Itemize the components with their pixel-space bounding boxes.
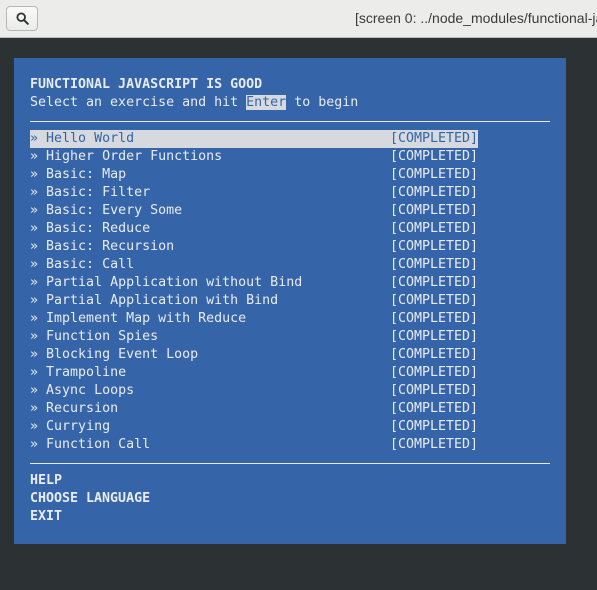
exercise-status: [COMPLETED] [389, 365, 478, 380]
exercise-bullet: » [30, 275, 39, 290]
exercise-bullet: » [30, 221, 39, 236]
exercise-status: [COMPLETED] [389, 293, 478, 308]
exercise-bullet: » [30, 437, 39, 452]
exercise-item[interactable]: » Async Loops [COMPLETED] [30, 382, 478, 400]
exercise-bullet: » [30, 365, 39, 380]
subtitle-before: Select an exercise and hit [30, 95, 247, 110]
exercise-bullet: » [30, 185, 39, 200]
exercise-label: Function Spies [46, 329, 159, 344]
exercise-label: Basic: Filter [46, 185, 151, 200]
choose-language-menu-item[interactable]: CHOOSE LANGUAGE [30, 490, 150, 508]
exercise-bullet: » [30, 149, 39, 164]
exercise-status: [COMPLETED] [389, 185, 478, 200]
exercise-label: Trampoline [46, 365, 127, 380]
exercise-bullet: » [30, 419, 39, 434]
exercise-bullet: » [30, 311, 39, 326]
exercise-label: Basic: Map [46, 167, 127, 182]
exercise-bullet: » [30, 131, 39, 146]
exercise-item[interactable]: » Implement Map with Reduce [COMPLETED] [30, 310, 478, 328]
exercise-label: Basic: Recursion [46, 239, 175, 254]
exercise-item[interactable]: » Currying [COMPLETED] [30, 418, 478, 436]
enter-key-highlight: Enter [246, 95, 287, 110]
subtitle-after: to begin [286, 95, 359, 110]
exercise-bullet: » [30, 203, 39, 218]
exercise-status: [COMPLETED] [389, 419, 478, 434]
exercise-bullet: » [30, 383, 39, 398]
exercise-status: [COMPLETED] [389, 437, 478, 452]
exercise-bullet: » [30, 401, 39, 416]
exercise-status: [COMPLETED] [389, 149, 478, 164]
exercise-label: Function Call [46, 437, 151, 452]
exercise-item[interactable]: » Partial Application without Bind [COMPL… [30, 274, 478, 292]
window-title: [screen 0: ../node_modules/functional-ja… [355, 10, 597, 26]
exercise-item[interactable]: » Partial Application with Bind [COMPLETE… [30, 292, 478, 310]
exercise-label: Basic: Every Some [46, 203, 183, 218]
menu-title: FUNCTIONAL JAVASCRIPT IS GOOD [30, 77, 263, 92]
exercise-label: Higher Order Functions [46, 149, 223, 164]
exercise-item[interactable]: » Function Call [COMPLETED] [30, 436, 478, 454]
exercise-label: Implement Map with Reduce [46, 311, 247, 326]
exercise-label: Basic: Reduce [46, 221, 151, 236]
exercise-item[interactable]: » Basic: Call [COMPLETED] [30, 256, 478, 274]
exercise-item[interactable]: » Basic: Filter [COMPLETED] [30, 184, 478, 202]
exercise-item[interactable]: » Basic: Every Some [COMPLETED] [30, 202, 478, 220]
exercise-item[interactable]: » Hello World [COMPLETED] [30, 130, 478, 148]
exercise-status: [COMPLETED] [389, 347, 478, 362]
top-divider [30, 121, 550, 122]
exit-menu-item[interactable]: EXIT [30, 508, 62, 526]
exercise-status: [COMPLETED] [389, 167, 478, 182]
exercise-item[interactable]: » Basic: Map [COMPLETED] [30, 166, 478, 184]
exercise-label: Partial Application without Bind [46, 275, 303, 290]
exercise-label: Async Loops [46, 383, 135, 398]
exercise-bullet: » [30, 239, 39, 254]
exercise-item[interactable]: » Trampoline [COMPLETED] [30, 364, 478, 382]
exercise-label: Recursion [46, 401, 119, 416]
exercise-status: [COMPLETED] [389, 329, 478, 344]
exercise-status: [COMPLETED] [389, 257, 478, 272]
exercise-item[interactable]: » Basic: Recursion [COMPLETED] [30, 238, 478, 256]
terminal[interactable]: FUNCTIONAL JAVASCRIPT IS GOOD Select an … [0, 38, 597, 590]
exercise-label: Partial Application with Bind [46, 293, 279, 308]
exercise-status: [COMPLETED] [389, 401, 478, 416]
exercise-label: Hello World [46, 131, 135, 146]
exercise-bullet: » [30, 347, 39, 362]
exercise-bullet: » [30, 167, 39, 182]
title-bar: [screen 0: ../node_modules/functional-ja… [0, 0, 597, 38]
exercise-item[interactable]: » Function Spies [COMPLETED] [30, 328, 478, 346]
exercise-status: [COMPLETED] [389, 383, 478, 398]
exercise-bullet: » [30, 293, 39, 308]
exercise-status: [COMPLETED] [389, 311, 478, 326]
exercise-status: [COMPLETED] [389, 239, 478, 254]
bottom-divider [30, 463, 550, 464]
exercise-item[interactable]: » Blocking Event Loop [COMPLETED] [30, 346, 478, 364]
menu-subtitle: Select an exercise and hit Enter to begi… [30, 94, 358, 112]
exercise-label: Currying [46, 419, 111, 434]
exercise-item[interactable]: » Recursion [COMPLETED] [30, 400, 478, 418]
exercise-bullet: » [30, 329, 39, 344]
exercise-item[interactable]: » Basic: Reduce [COMPLETED] [30, 220, 478, 238]
exercise-bullet: » [30, 257, 39, 272]
search-icon [15, 12, 29, 25]
exercise-status: [COMPLETED] [389, 131, 478, 146]
search-button[interactable] [6, 6, 38, 31]
exercise-label: Basic: Call [46, 257, 135, 272]
help-menu-item[interactable]: HELP [30, 472, 62, 490]
exercise-status: [COMPLETED] [389, 203, 478, 218]
exercise-item[interactable]: » Higher Order Functions [COMPLETED] [30, 148, 478, 166]
exercise-status: [COMPLETED] [389, 275, 478, 290]
workshop-menu-panel: FUNCTIONAL JAVASCRIPT IS GOOD Select an … [14, 58, 566, 544]
exercise-status: [COMPLETED] [389, 221, 478, 236]
exercise-label: Blocking Event Loop [46, 347, 199, 362]
